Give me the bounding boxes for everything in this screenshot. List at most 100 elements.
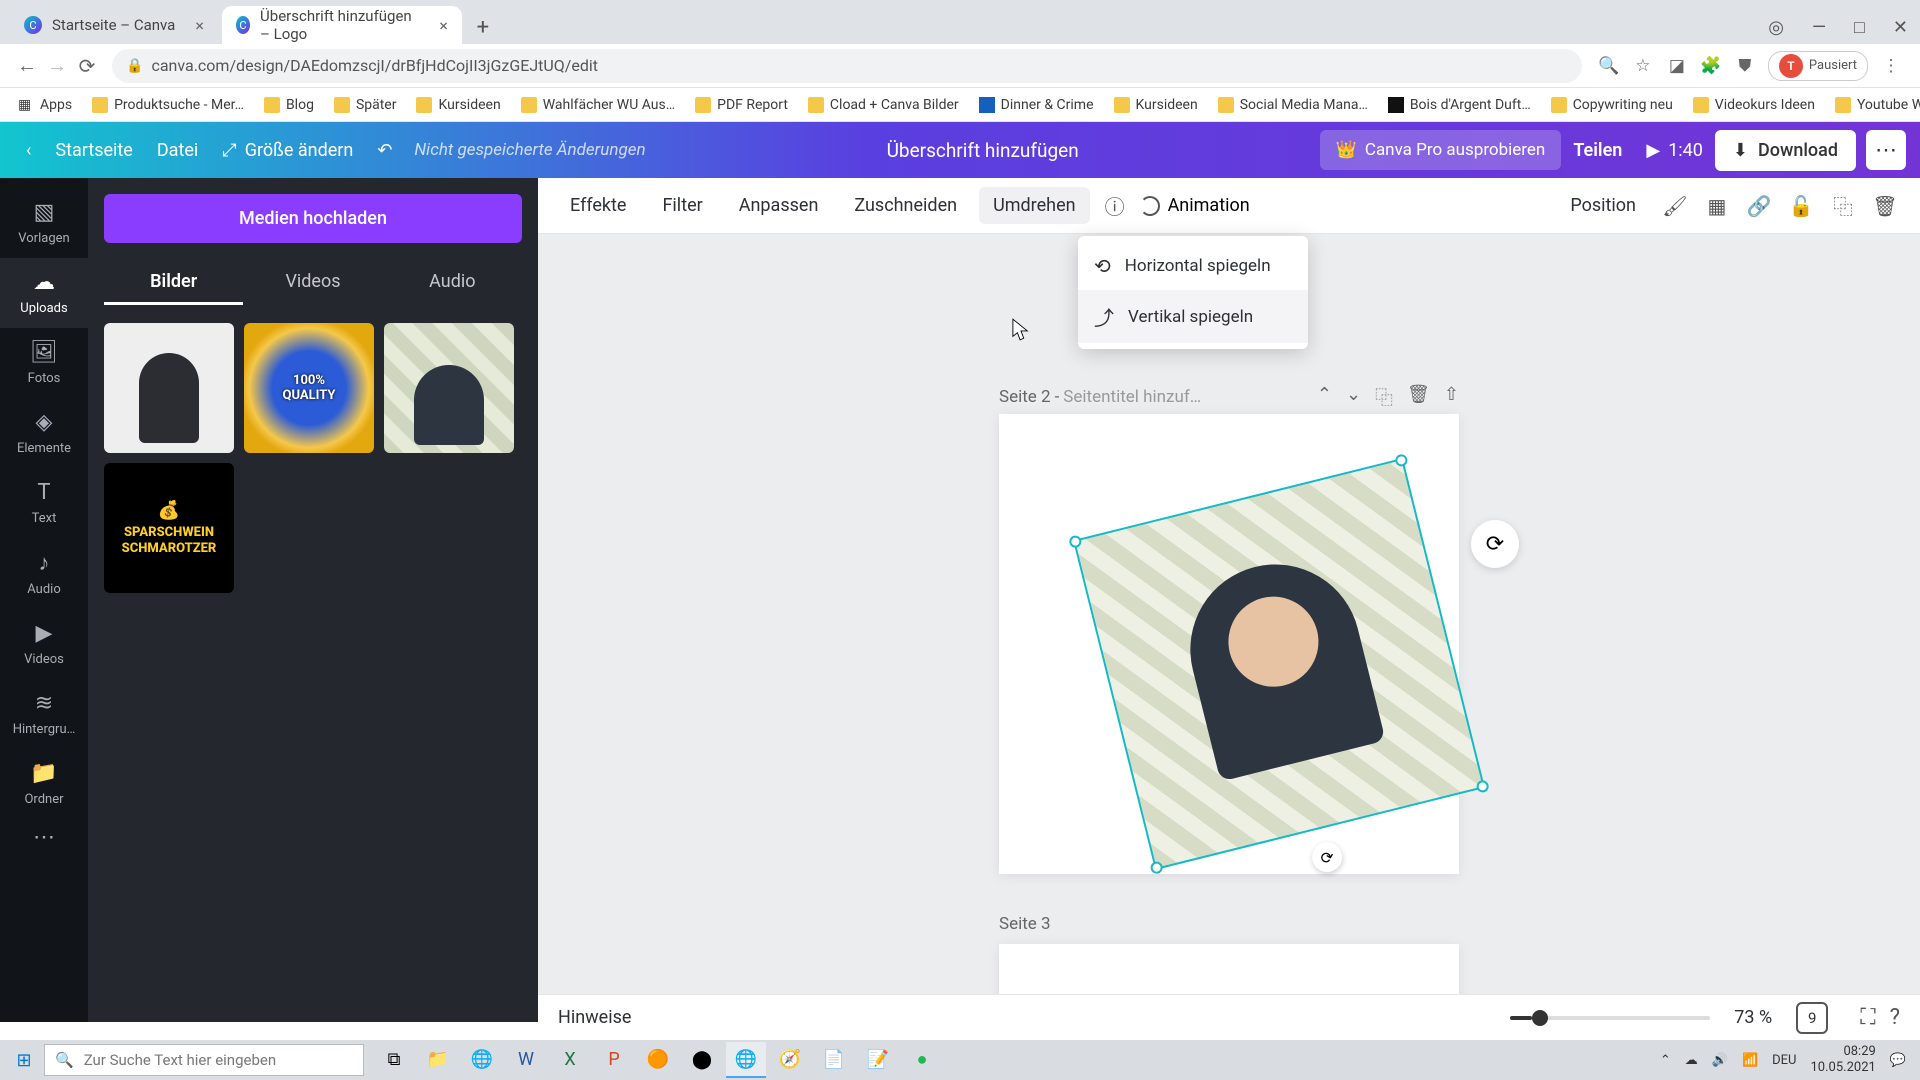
taskbar-obs[interactable]: ⬤ <box>682 1042 722 1078</box>
selected-image[interactable]: ⟳ <box>1073 458 1485 870</box>
rail-text[interactable]: TText <box>0 468 88 538</box>
link-icon[interactable]: 🔗 <box>1742 189 1776 223</box>
window-close[interactable]: ✕ <box>1893 17 1908 38</box>
zoom-percent[interactable]: 73 % <box>1734 1007 1772 1028</box>
info-icon[interactable]: ⓘ <box>1098 189 1132 223</box>
share-button[interactable]: Teilen <box>1561 132 1634 169</box>
file-menu[interactable]: Datei <box>145 132 210 169</box>
upload-thumbnail[interactable] <box>104 323 234 453</box>
undo-button[interactable]: ↶ <box>365 132 404 169</box>
play-button[interactable]: ▶1:40 <box>1634 132 1715 169</box>
new-tab-button[interactable]: + <box>466 10 500 44</box>
address-bar[interactable]: 🔒 canva.com/design/DAEdomzscjI/drBfjHdCo… <box>112 49 1582 83</box>
tray-language[interactable]: DEU <box>1772 1053 1796 1068</box>
window-minimize[interactable]: — <box>1812 17 1826 38</box>
rail-folders[interactable]: 📁Ordner <box>0 749 88 819</box>
taskbar-search[interactable]: 🔍 Zur Suche Text hier eingeben <box>44 1044 364 1076</box>
bookmark-item[interactable]: Videokurs Ideen <box>1685 93 1823 117</box>
bookmark-item[interactable]: Cload + Canva Bilder <box>800 93 967 117</box>
page-move-down[interactable]: ⌄ <box>1346 384 1361 410</box>
crop-button[interactable]: Zuschneiden <box>840 187 971 224</box>
page-share[interactable]: ⇧ <box>1444 384 1459 410</box>
upload-thumbnail[interactable]: 💰SPARSCHWEIN SCHMAROTZER <box>104 463 234 593</box>
zoom-slider[interactable] <box>1510 1016 1710 1020</box>
taskbar-powerpoint[interactable]: P <box>594 1042 634 1078</box>
bookmark-item[interactable]: Wahlfächer WU Aus… <box>513 93 683 117</box>
tab-close[interactable]: × <box>439 16 448 35</box>
notes-button[interactable]: Hinweise <box>558 1007 631 1028</box>
taskbar-excel[interactable]: X <box>550 1042 590 1078</box>
extension-icon[interactable]: ◪ <box>1666 55 1688 77</box>
tab-1[interactable]: C Startseite – Canva × <box>10 6 218 44</box>
rail-more[interactable]: ⋯ <box>33 825 55 850</box>
download-button[interactable]: ⬇Download <box>1715 130 1856 171</box>
start-button[interactable]: ⊞ <box>4 1040 44 1080</box>
page-duplicate[interactable]: ⿻ <box>1375 384 1393 410</box>
task-view[interactable]: ⧉ <box>374 1042 414 1078</box>
bookmark-item[interactable]: Dinner & Crime <box>971 93 1102 117</box>
try-pro-button[interactable]: 👑Canva Pro ausprobieren <box>1320 130 1562 170</box>
taskbar-app[interactable]: 🟠 <box>638 1042 678 1078</box>
apps-button[interactable]: ▦Apps <box>10 93 80 117</box>
flip-vertical[interactable]: ⤴Vertikal spiegeln <box>1078 290 1308 343</box>
taskbar-chrome[interactable]: 🌐 <box>726 1042 766 1078</box>
bookmark-item[interactable]: Blog <box>256 93 322 117</box>
rail-background[interactable]: ≋Hintergru… <box>0 679 88 749</box>
extension-icon[interactable]: 🧩 <box>1700 55 1722 77</box>
bookmark-item[interactable]: Später <box>326 93 405 117</box>
copy-style-icon[interactable]: 🖌 <box>1658 189 1692 223</box>
upload-thumbnail[interactable]: 100% QUALITY <box>244 323 374 453</box>
rail-audio[interactable]: ♪Audio <box>0 538 88 609</box>
nav-reload[interactable]: ⟳ <box>72 51 102 81</box>
panel-tab-videos[interactable]: Videos <box>243 261 382 305</box>
flip-horizontal[interactable]: ⟲Horizontal spiegeln <box>1078 242 1308 290</box>
tray-onedrive-icon[interactable]: ☁ <box>1685 1053 1698 1068</box>
page-2-title-placeholder[interactable]: Seitentitel hinzuf… <box>1063 387 1201 407</box>
taskbar-word[interactable]: W <box>506 1042 546 1078</box>
taskbar-app[interactable]: 🌐 <box>462 1042 502 1078</box>
more-menu[interactable]: ⋯ <box>1866 130 1906 170</box>
flip-button[interactable]: Umdrehen <box>979 187 1090 224</box>
rail-templates[interactable]: ▧Vorlagen <box>0 188 88 258</box>
taskbar-edge[interactable]: 🧭 <box>770 1042 810 1078</box>
tray-wifi-icon[interactable]: 📶 <box>1742 1053 1758 1068</box>
extension-icon[interactable]: ⛊ <box>1734 55 1756 77</box>
canvas-scroll[interactable]: Seite 2 - Seitentitel hinzuf… ⌃ ⌄ ⿻ 🗑 ⇧ <box>538 234 1920 1022</box>
page-delete[interactable]: 🗑 <box>1407 384 1430 410</box>
rotate-handle[interactable]: ⟳ <box>1309 839 1345 875</box>
window-maximize[interactable]: □ <box>1854 17 1865 38</box>
account-switch-icon[interactable]: ◎ <box>1768 17 1784 38</box>
bookmark-item[interactable]: Produktsuche - Mer… <box>84 93 252 117</box>
profile-paused[interactable]: T Pausiert <box>1768 51 1868 81</box>
zoom-icon[interactable]: 🔍 <box>1598 55 1620 77</box>
panel-tab-images[interactable]: Bilder <box>104 261 243 305</box>
taskbar-spotify[interactable]: ● <box>902 1042 942 1078</box>
page-counter[interactable]: 9 <box>1796 1002 1828 1034</box>
tab-2-active[interactable]: C Überschrift hinzufügen – Logo × <box>222 6 462 44</box>
bookmark-item[interactable]: Social Media Mana… <box>1210 93 1376 117</box>
page-2[interactable]: ⟳ ⟳ <box>999 414 1459 874</box>
nav-back[interactable]: ← <box>12 51 42 81</box>
effects-button[interactable]: Effekte <box>556 187 640 224</box>
bookmark-item[interactable]: Bois d'Argent Duft… <box>1380 93 1539 117</box>
tray-chevron[interactable]: ⌃ <box>1660 1053 1671 1068</box>
bookmark-item[interactable]: PDF Report <box>687 93 796 117</box>
chrome-menu[interactable]: ⋮ <box>1880 55 1902 77</box>
help-button[interactable]: ? <box>1890 1005 1900 1030</box>
filter-button[interactable]: Filter <box>648 187 716 224</box>
panel-tab-audio[interactable]: Audio <box>383 261 522 305</box>
tab-close[interactable]: × <box>195 16 204 35</box>
page-move-up[interactable]: ⌃ <box>1317 384 1332 410</box>
reset-image-button[interactable]: ⟳ <box>1471 520 1519 568</box>
bookmark-item[interactable]: Kursideen <box>408 93 508 117</box>
rail-videos[interactable]: ▶Videos <box>0 609 88 679</box>
file-explorer[interactable]: 📁 <box>418 1042 458 1078</box>
fullscreen-button[interactable]: ⛶ <box>1860 1005 1875 1030</box>
lock-icon[interactable]: 🔓 <box>1784 189 1818 223</box>
upload-thumbnail[interactable] <box>384 323 514 453</box>
rail-photos[interactable]: 🖼Fotos <box>0 328 88 398</box>
bookmark-item[interactable]: Copywriting neu <box>1543 93 1681 117</box>
tray-notifications[interactable]: 💬 <box>1890 1053 1906 1068</box>
taskbar-app[interactable]: 📝 <box>858 1042 898 1078</box>
delete-icon[interactable]: 🗑 <box>1868 189 1902 223</box>
